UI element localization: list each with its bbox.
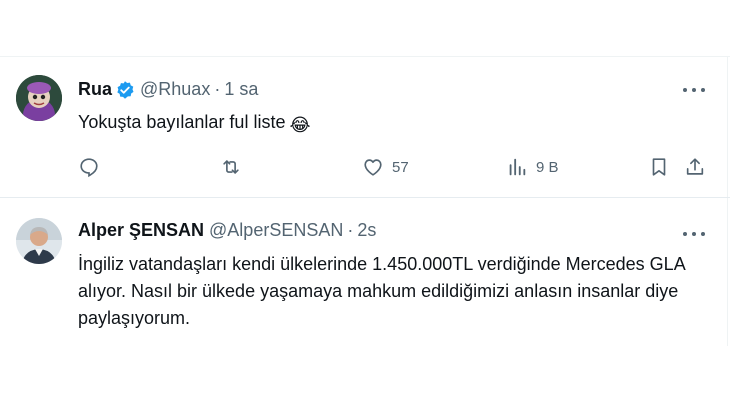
tweet-text-content: Yokuşta bayılanlar ful liste	[78, 112, 286, 132]
column-border	[727, 56, 728, 346]
like-icon	[364, 159, 382, 176]
bookmark-button[interactable]	[648, 155, 670, 179]
views-count: 9 B	[536, 158, 559, 176]
more-icon[interactable]	[683, 79, 705, 101]
tweet-text: İngiliz vatandaşları kendi ülkelerinde 1…	[78, 254, 685, 328]
reply-button[interactable]	[78, 155, 100, 179]
tweet-header: Rua @Rhuax · 1 sa	[78, 79, 258, 100]
separator-dot: ·	[347, 220, 354, 240]
like-count: 57	[392, 158, 409, 176]
share-button[interactable]	[684, 155, 706, 179]
retweet-icon	[223, 160, 239, 174]
timestamp[interactable]: 1 sa	[224, 79, 258, 100]
bookmark-icon	[652, 158, 666, 176]
tweet[interactable]: Rua @Rhuax · 1 sa Yokuşta bayılanlar ful…	[0, 57, 727, 197]
like-button[interactable]: 57	[362, 155, 409, 179]
views-icon	[509, 158, 526, 176]
views-button[interactable]: 9 B	[506, 155, 559, 179]
verified-badge-icon	[115, 80, 135, 100]
author-handle[interactable]: @Rhuax	[140, 79, 210, 100]
reply-icon	[80, 158, 98, 178]
tweet-text: Yokuşta bayılanlar ful liste 😂	[78, 109, 698, 138]
tweet-header: Alper ŞENSAN @AlperSENSAN · 2s	[78, 220, 376, 241]
more-icon[interactable]	[683, 223, 705, 245]
share-icon	[686, 158, 704, 175]
avatar[interactable]	[16, 75, 62, 121]
author-name[interactable]: Alper ŞENSAN	[78, 220, 204, 241]
author-handle[interactable]: @AlperSENSAN	[209, 220, 343, 241]
tweet-actions: 57 9 B	[78, 155, 708, 179]
timestamp[interactable]: 2s	[357, 220, 376, 241]
separator-dot: ·	[214, 79, 221, 99]
author-name[interactable]: Rua	[78, 79, 112, 100]
tweet[interactable]: Alper ŞENSAN @AlperSENSAN · 2s İngiliz v…	[0, 198, 727, 348]
laughing-emoji: 😂	[289, 115, 311, 135]
retweet-button[interactable]	[220, 155, 242, 179]
avatar[interactable]	[16, 218, 62, 264]
